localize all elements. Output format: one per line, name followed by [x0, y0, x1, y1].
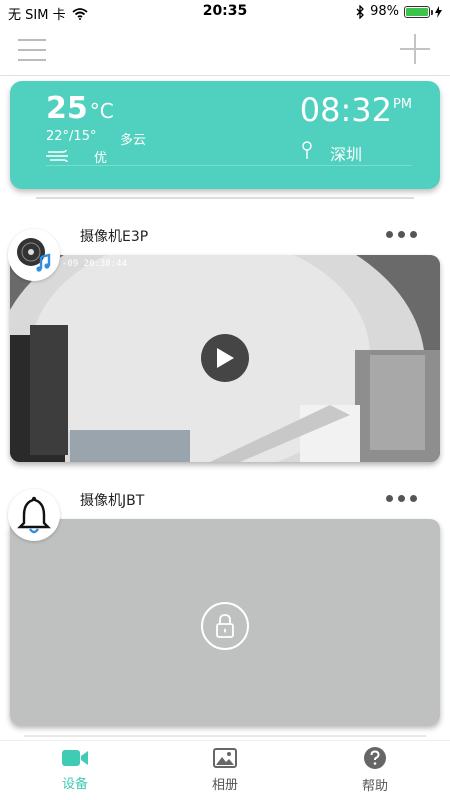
tab-label: 相册: [211, 778, 238, 793]
battery-icon: [404, 5, 433, 18]
play-button[interactable]: [201, 334, 249, 382]
camera-preview[interactable]: -09 20:38:44: [10, 255, 440, 462]
nav-divider: [0, 75, 450, 76]
camera-name: 摄像机E3P: [80, 229, 149, 245]
image-icon: [213, 748, 237, 768]
video-timestamp: -09 20:38:44: [62, 259, 128, 269]
camera-preview-locked[interactable]: [10, 519, 440, 725]
play-icon: [217, 348, 234, 368]
lock-icon: [216, 614, 234, 638]
status-right: 98%: [356, 4, 442, 19]
camera-avatar[interactable]: [8, 229, 60, 281]
tab-devices[interactable]: 设备: [0, 741, 150, 800]
weather-ampm: PM: [392, 97, 412, 112]
battery-percent: 98%: [370, 4, 399, 19]
bluetooth-icon: [356, 4, 365, 19]
unlock-button[interactable]: [201, 602, 249, 650]
music-disc-icon: [17, 238, 51, 272]
camera-name: 摄像机JBT: [80, 493, 145, 509]
add-device-icon[interactable]: [400, 34, 430, 64]
weather-card-underline: [36, 197, 414, 199]
status-bar: 无 SIM 卡 20:35 98%: [0, 0, 450, 24]
tab-album[interactable]: 相册: [150, 741, 300, 800]
weather-divider: [46, 165, 412, 166]
city-name: 深圳: [330, 145, 363, 164]
weather-card[interactable]: 25 °C 22°/15° 多云 优 08:32 PM 深圳: [10, 81, 440, 189]
temperature-range: 22°/15°: [46, 129, 97, 144]
help-icon: [364, 747, 386, 769]
menu-icon[interactable]: [18, 39, 46, 61]
list-divider: [24, 735, 426, 737]
nav-bar: [0, 24, 450, 74]
weather-condition: 多云: [120, 133, 147, 148]
tab-bar: 设备 相册 帮助: [0, 740, 450, 800]
bell-icon: [17, 496, 51, 534]
camera-avatar[interactable]: [8, 489, 60, 541]
tab-label: 设备: [61, 777, 88, 792]
air-quality: 优: [94, 151, 108, 166]
weather-time: 08:32: [299, 91, 392, 129]
camera-more-icon[interactable]: [386, 229, 420, 239]
temperature: 25 °C: [46, 91, 114, 126]
charging-icon: [435, 5, 442, 18]
tab-label: 帮助: [361, 779, 388, 794]
location-pin-icon: [302, 141, 312, 159]
battery-fill: [406, 7, 428, 16]
wind-icon: [46, 149, 68, 163]
video-camera-icon: [62, 750, 88, 766]
tab-help[interactable]: 帮助: [300, 741, 450, 800]
camera-more-icon[interactable]: [386, 493, 420, 503]
